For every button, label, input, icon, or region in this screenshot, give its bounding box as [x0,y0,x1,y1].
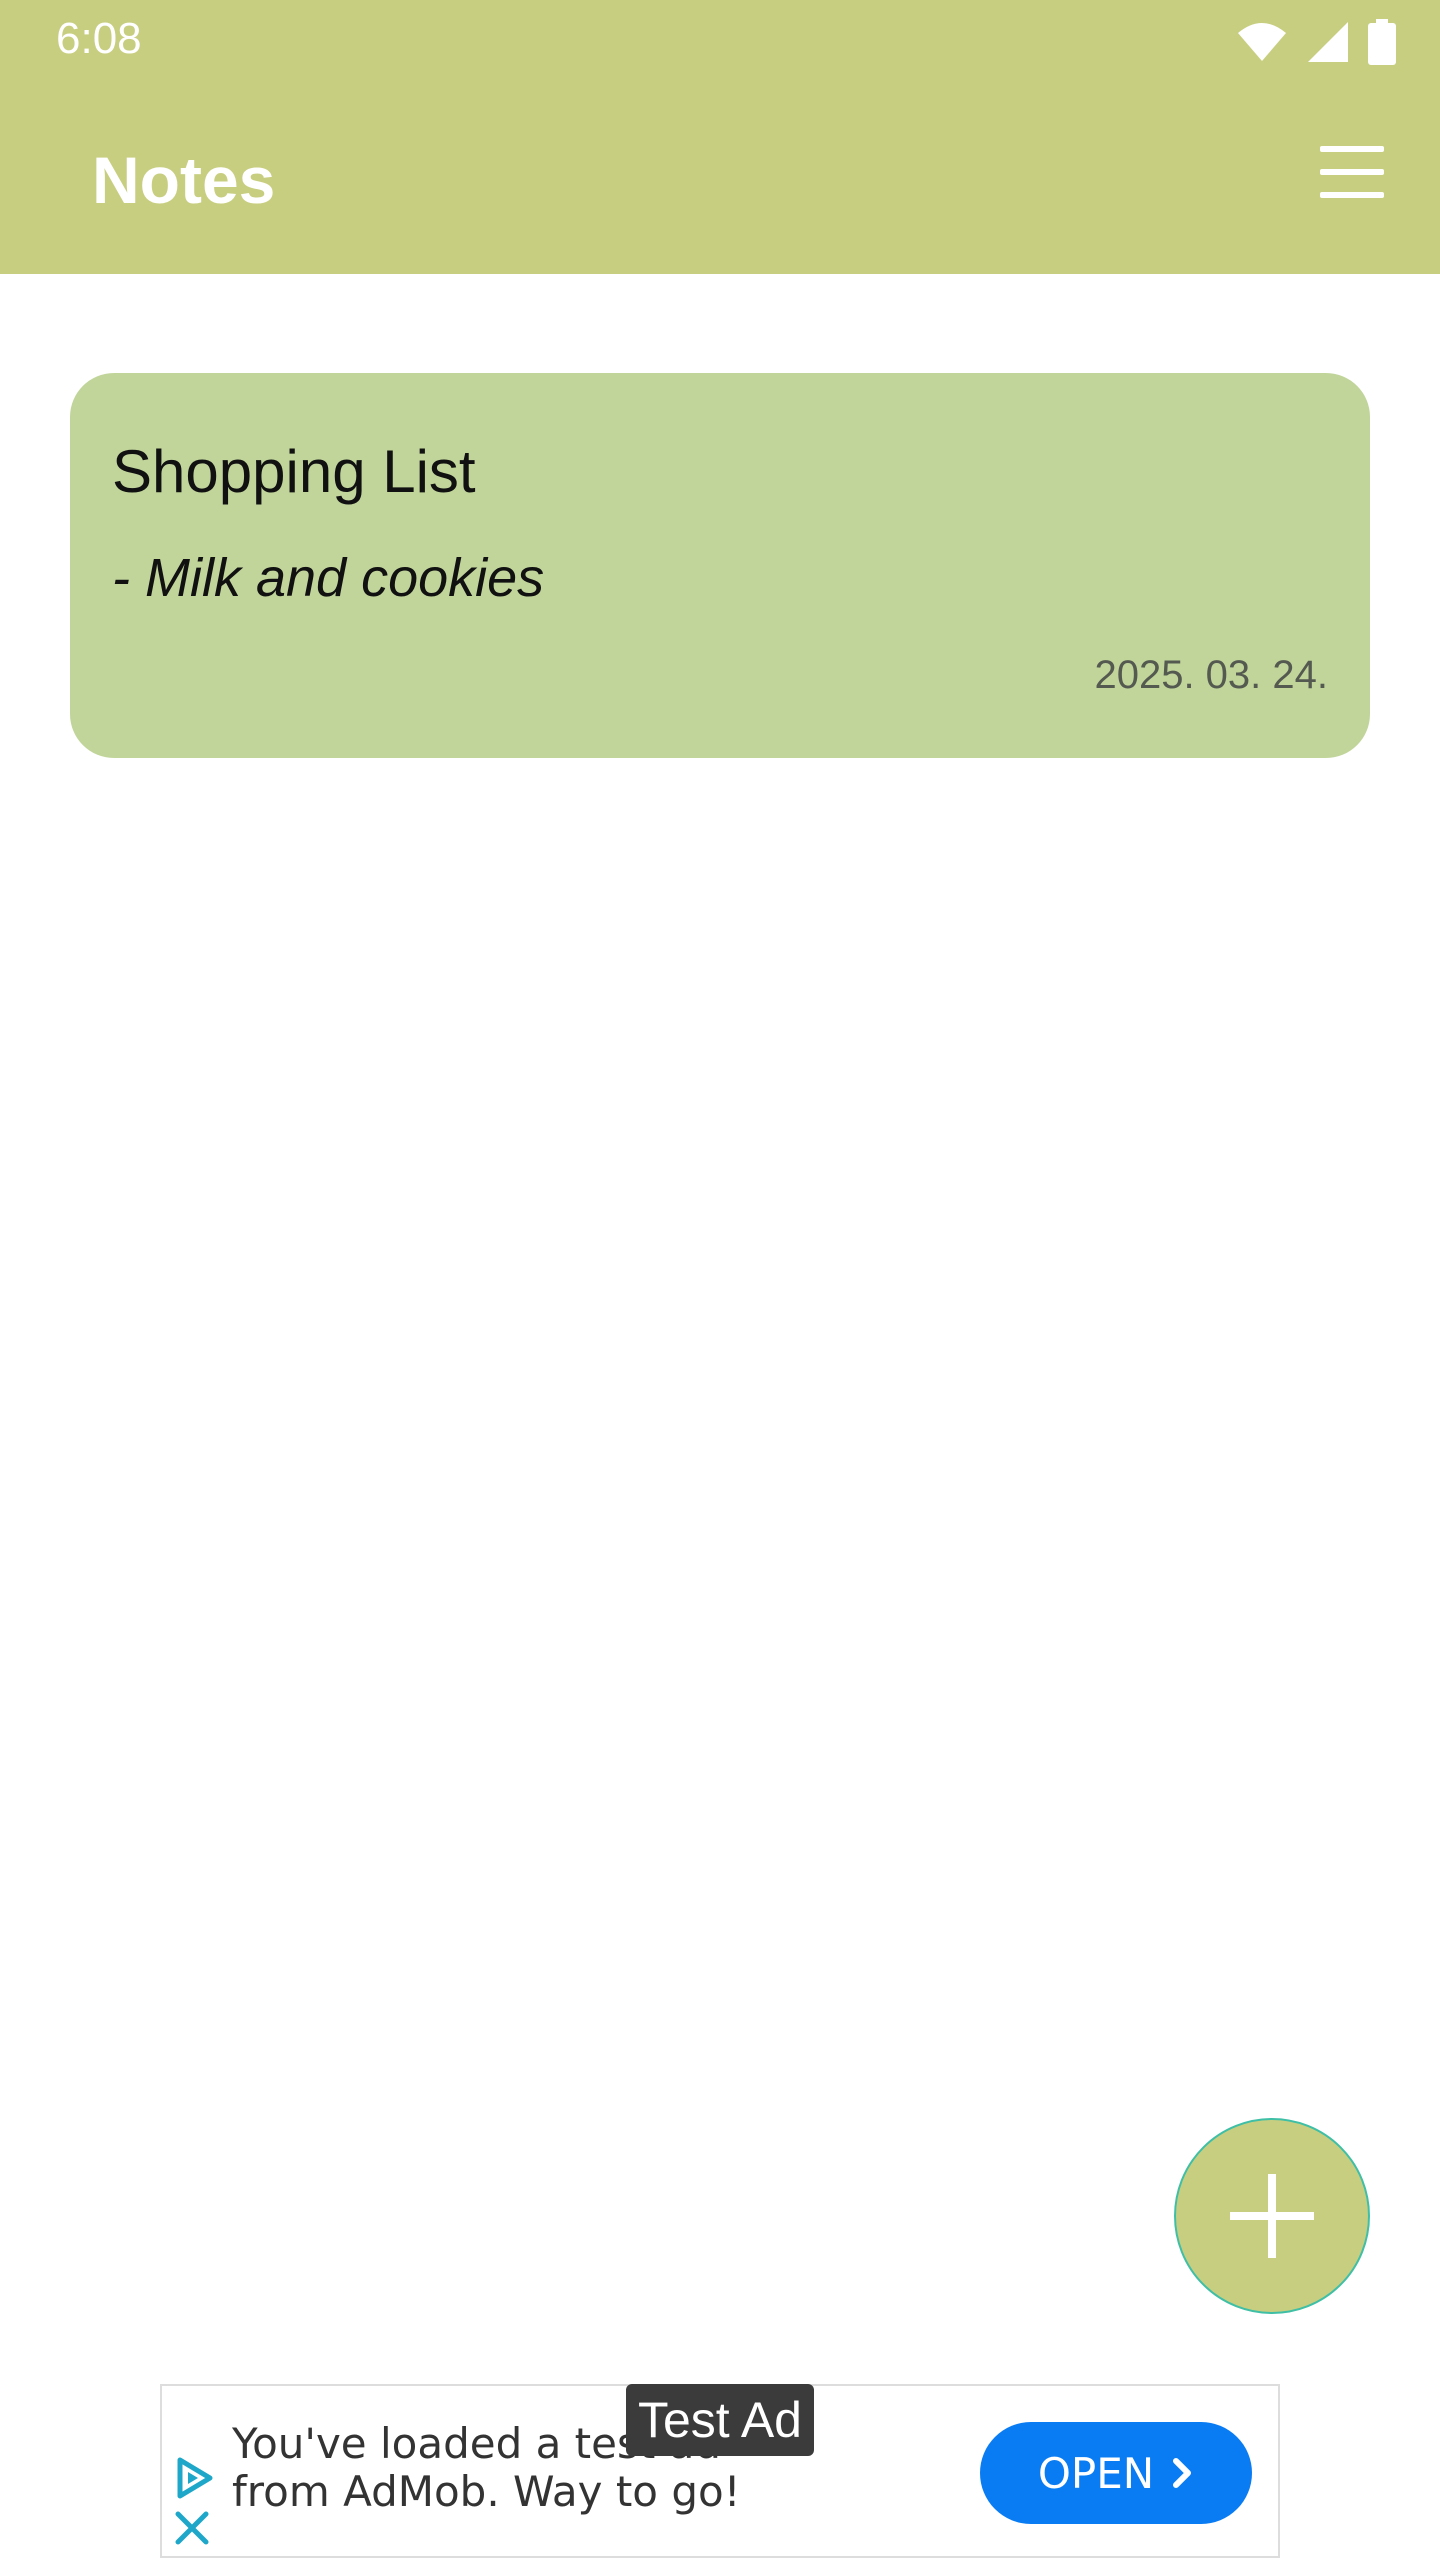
notes-screen: 6:08 Notes Shopping List - Milk and cook… [0,0,1440,2560]
cellular-signal-icon [1308,22,1348,62]
status-bar: 6:08 [0,0,1440,80]
top-bar: 6:08 Notes [0,0,1440,274]
status-icons [1236,18,1396,66]
note-card[interactable]: Shopping List - Milk and cookies 2025. 0… [70,373,1370,758]
add-icon [1230,2174,1314,2258]
wifi-icon [1238,23,1286,61]
note-body: - Milk and cookies [112,548,545,608]
chevron-right-icon [1173,2458,1192,2488]
ad-open-label: OPEN [1037,2448,1155,2498]
test-ad-label: Test Ad [626,2384,814,2456]
menu-icon-line-2 [1320,169,1384,175]
close-icon[interactable] [172,2508,212,2548]
menu-icon-line-3 [1320,192,1384,198]
menu-button[interactable] [1320,146,1388,198]
app-title: Notes [92,143,276,217]
app-bar: Notes [0,80,1440,274]
add-note-button[interactable] [1174,2118,1370,2314]
status-time: 6:08 [56,14,142,63]
ad-open-button[interactable]: OPEN [980,2422,1252,2524]
note-title: Shopping List [112,438,476,505]
adchoices-play-icon[interactable] [172,2456,216,2500]
menu-icon-line-1 [1320,146,1384,152]
note-date: 2025. 03. 24. [1094,653,1328,697]
battery-icon [1368,19,1396,65]
